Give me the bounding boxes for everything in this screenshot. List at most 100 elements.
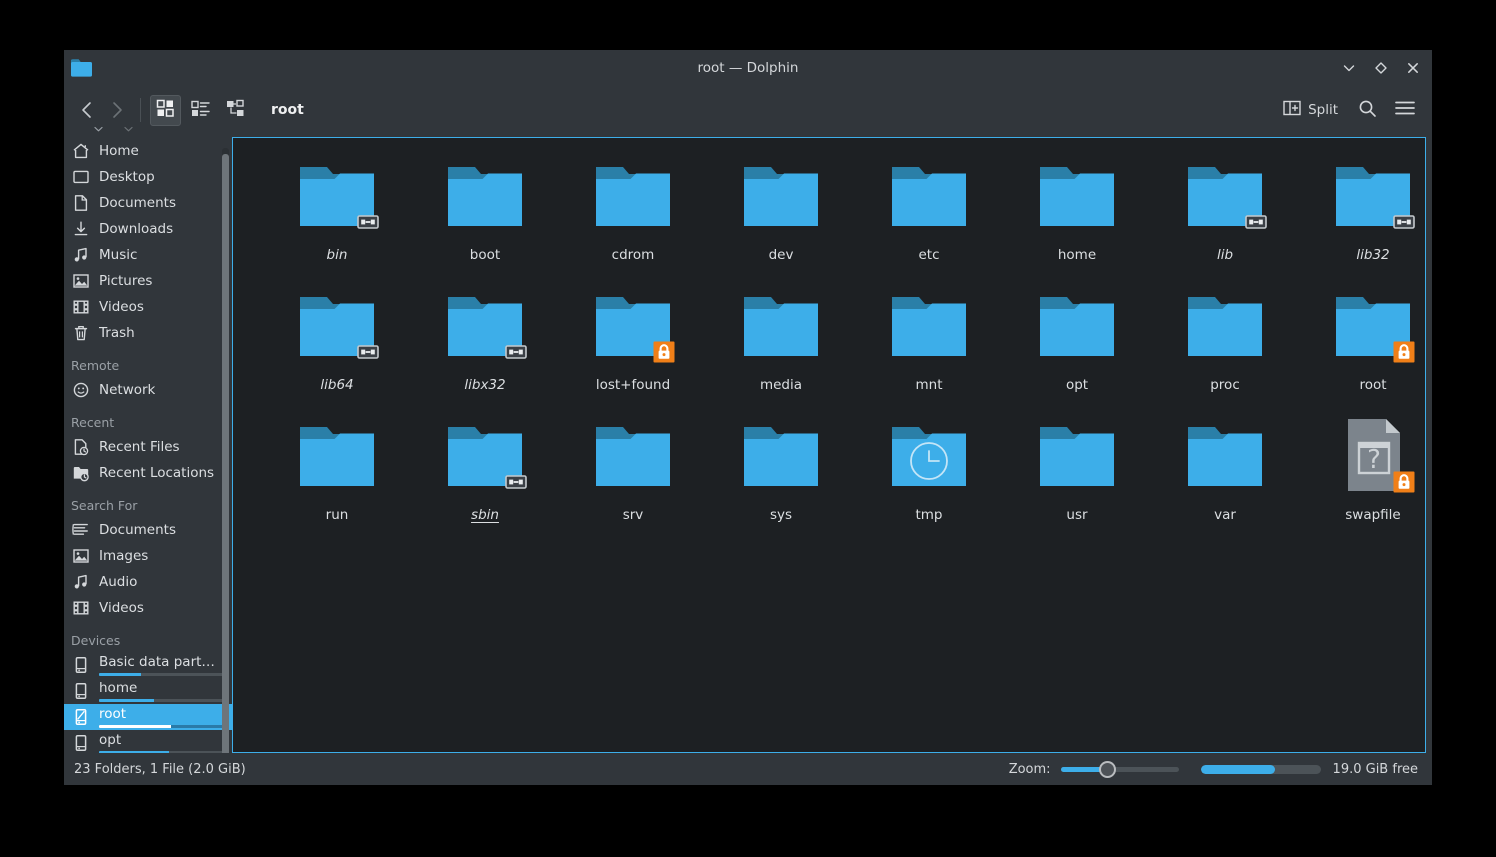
file-item[interactable]: media — [707, 281, 855, 409]
file-item[interactable]: ? swapfile — [1299, 411, 1425, 539]
free-space-label: 19.0 GiB free — [1332, 761, 1418, 777]
window-controls — [1340, 50, 1422, 86]
file-item[interactable]: cdrom — [559, 151, 707, 279]
file-item[interactable]: boot — [411, 151, 559, 279]
grid-view-icon — [156, 99, 175, 122]
compact-view-button[interactable] — [185, 95, 216, 126]
status-bar: 23 Folders, 1 File (2.0 GiB) Zoom: 19.0 … — [64, 753, 1432, 785]
maximize-button[interactable] — [1372, 59, 1390, 77]
sidebar-item-home[interactable]: Home — [64, 138, 232, 164]
folder-icon — [886, 415, 972, 495]
sidebar-item-opt[interactable]: opt — [64, 730, 232, 753]
sidebar-item-documents[interactable]: Documents — [64, 190, 232, 216]
device-capacity-bar — [99, 699, 226, 702]
details-view-button[interactable] — [220, 95, 251, 126]
sidebar-item-label: home — [99, 680, 138, 696]
file-item[interactable]: dev — [707, 151, 855, 279]
split-label: Split — [1308, 102, 1338, 118]
minimize-button[interactable] — [1340, 59, 1358, 77]
file-item[interactable]: home — [1003, 151, 1151, 279]
file-item[interactable]: opt — [1003, 281, 1151, 409]
sidebar-item-recent-files[interactable]: Recent Files — [64, 434, 232, 460]
folder-icon — [738, 415, 824, 495]
folder-icon — [294, 155, 380, 235]
sidebar-item-videos[interactable]: Videos — [64, 294, 232, 320]
sidebar-item-downloads[interactable]: Downloads — [64, 216, 232, 242]
menu-button[interactable] — [1390, 95, 1420, 125]
zoom-slider[interactable] — [1060, 761, 1179, 778]
sidebar-item-audio[interactable]: Audio — [64, 569, 232, 595]
file-item[interactable]: srv — [559, 411, 707, 539]
file-item[interactable]: tmp — [855, 411, 1003, 539]
sidebar-item-images[interactable]: Images — [64, 543, 232, 569]
folder-icon — [1330, 155, 1416, 235]
device-info: Basic data part… — [99, 654, 232, 676]
symlink-emblem-icon — [505, 471, 527, 493]
sidebar-item-trash[interactable]: Trash — [64, 320, 232, 346]
sidebar-item-music[interactable]: Music — [64, 242, 232, 268]
sidebar-item-documents[interactable]: Documents — [64, 517, 232, 543]
forward-dropdown-icon[interactable] — [124, 117, 133, 132]
zoom-slider-handle[interactable] — [1098, 761, 1116, 778]
sidebar-item-pictures[interactable]: Pictures — [64, 268, 232, 294]
sidebar-item-root[interactable]: root — [64, 704, 232, 730]
forward-button[interactable] — [104, 95, 134, 132]
back-button[interactable] — [74, 95, 104, 132]
file-item[interactable]: bin — [263, 151, 411, 279]
file-item-label: swapfile — [1345, 507, 1401, 523]
sidebar-item-label: opt — [99, 732, 122, 748]
folder-icon — [1182, 415, 1268, 495]
split-button[interactable]: Split — [1277, 95, 1344, 125]
folder-icon — [738, 285, 824, 365]
folder-icon — [1034, 155, 1120, 235]
sidebar-item-desktop[interactable]: Desktop — [64, 164, 232, 190]
file-item[interactable]: sys — [707, 411, 855, 539]
sidebar-item-network[interactable]: Network — [64, 377, 232, 403]
zoom-label: Zoom: — [1008, 761, 1051, 777]
file-item[interactable]: usr — [1003, 411, 1151, 539]
trash-icon — [72, 324, 90, 342]
home-icon — [72, 142, 90, 160]
file-item[interactable]: root — [1299, 281, 1425, 409]
sidebar-item-videos[interactable]: Videos — [64, 595, 232, 621]
sidebar-item-label: Recent Locations — [99, 465, 215, 481]
symlink-emblem-icon — [505, 341, 527, 363]
file-item[interactable]: lost+found — [559, 281, 707, 409]
file-item[interactable]: var — [1151, 411, 1299, 539]
file-item[interactable]: proc — [1151, 281, 1299, 409]
file-item-label: lib64 — [320, 377, 354, 393]
file-view[interactable]: bin boot cdrom dev etc home lib lib32 lib64 libx3… — [232, 137, 1426, 753]
file-item-label: sys — [769, 507, 793, 523]
folder-icon — [590, 415, 676, 495]
free-space-bar[interactable] — [1200, 764, 1321, 774]
sidebar-item-label: Music — [99, 247, 138, 263]
close-button[interactable] — [1404, 59, 1422, 77]
breadcrumb[interactable]: root — [271, 102, 304, 118]
file-item-label: proc — [1210, 377, 1240, 393]
network-icon — [72, 381, 90, 399]
search-button[interactable] — [1352, 95, 1382, 125]
sidebar-scrollbar[interactable] — [222, 148, 229, 753]
file-item-label: media — [759, 377, 803, 393]
file-item[interactable]: lib — [1151, 151, 1299, 279]
sidebar-scroll-thumb[interactable] — [222, 154, 229, 753]
sidebar-item-basic-data-part[interactable]: Basic data part… — [64, 652, 232, 678]
file-item[interactable]: lib64 — [263, 281, 411, 409]
sidebar-item-home[interactable]: home — [64, 678, 232, 704]
icons-view-button[interactable] — [150, 94, 181, 126]
file-item[interactable]: mnt — [855, 281, 1003, 409]
sidebar-header-devices: Devices — [71, 633, 121, 648]
sidebar-item-label: Home — [99, 143, 139, 159]
sidebar-item-label: Basic data part… — [99, 654, 215, 670]
file-item[interactable]: sbin — [411, 411, 559, 539]
back-dropdown-icon[interactable] — [94, 117, 103, 132]
file-item[interactable]: libx32 — [411, 281, 559, 409]
tree-view-icon — [226, 99, 245, 122]
window-title: root — Dolphin — [697, 60, 799, 76]
file-item[interactable]: etc — [855, 151, 1003, 279]
file-item[interactable]: lib32 — [1299, 151, 1425, 279]
folder-icon — [294, 285, 380, 365]
music-note-icon — [72, 573, 90, 591]
sidebar-item-recent-locations[interactable]: Recent Locations — [64, 460, 232, 486]
file-item[interactable]: run — [263, 411, 411, 539]
